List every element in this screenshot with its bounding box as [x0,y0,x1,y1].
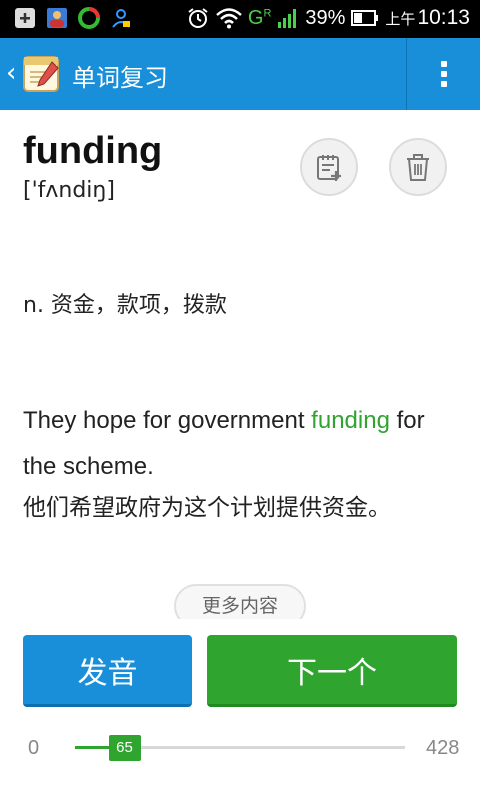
overflow-dot [440,71,447,77]
word-definition: n. 资金，款项，拨款 [23,293,227,318]
example-translation: 他们希望政府为这个计划提供资金。 [23,495,391,521]
overflow-menu-button[interactable] [407,38,480,110]
roaming-label: R [263,6,272,19]
example-text-before: They hope for government [23,407,312,434]
battery-icon [351,10,379,26]
progress-thumb[interactable]: 65 [108,735,141,761]
person-alert-icon [112,9,130,28]
app-bar: ‹ 单词复习 [0,38,480,110]
back-arrow-icon[interactable]: ‹ [6,60,16,86]
add-to-notebook-button[interactable] [300,138,358,196]
progress-min: 0 [28,737,40,759]
notification-icons [14,7,132,29]
notebook-add-icon [317,155,341,181]
content-fade-mask [0,619,480,633]
example-highlight: funding [311,407,390,434]
add-notification-icon [15,8,35,28]
word-headword: funding [23,130,163,172]
clock-ampm: 上午 [385,9,416,28]
clock-time: 10:13 [417,6,470,29]
wifi-icon [216,8,242,29]
page-title: 单词复习 [72,64,168,92]
delete-button[interactable] [389,138,447,196]
overflow-dot [440,61,447,67]
app-circle-icon [78,7,100,29]
network-type: GR [248,7,272,30]
status-bar: GR 39% 上午 10:13 [0,0,480,38]
system-status: GR 39% 上午 10:13 [186,6,470,30]
app-logo-icon[interactable] [22,54,62,94]
battery-percent: 39% [305,6,346,29]
trash-icon [407,154,429,181]
word-phonetic: ['fʌndiŋ] [23,178,115,203]
overflow-dot [440,81,447,87]
example-sentence: They hope for government funding for the… [23,398,463,490]
alarm-icon [188,8,208,28]
signal-icon [278,9,297,28]
network-type-label: G [247,6,264,29]
progress-max: 428 [426,737,460,759]
contact-card-icon [47,8,67,28]
pronounce-button[interactable]: 发音 [23,635,192,707]
next-word-button[interactable]: 下一个 [207,635,457,707]
